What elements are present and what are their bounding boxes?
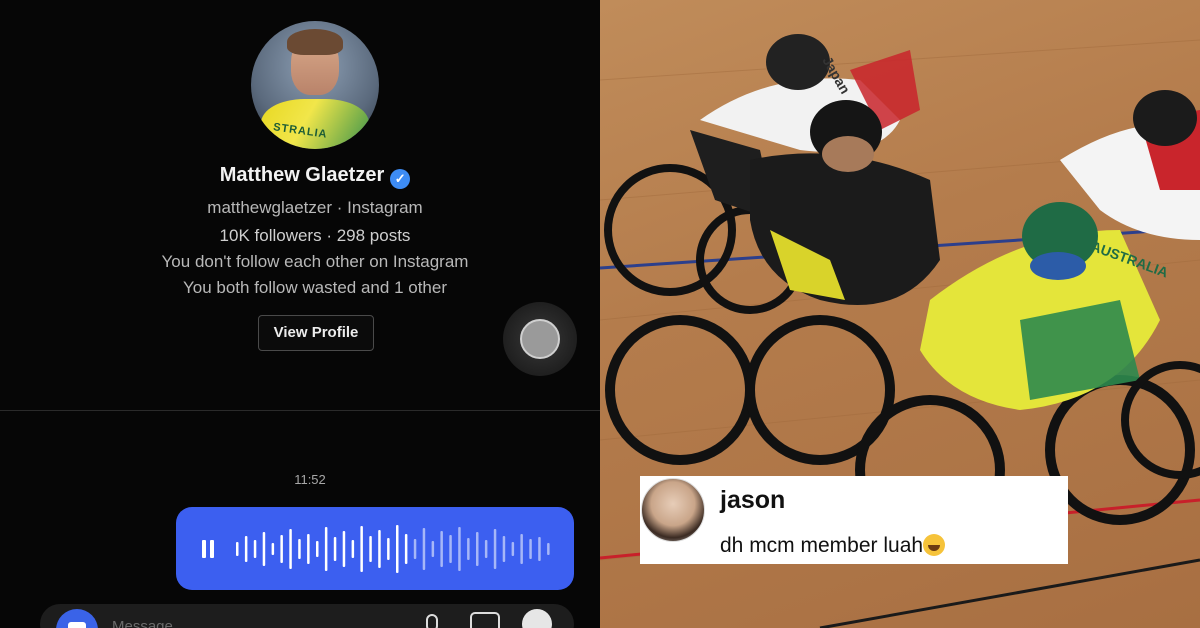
waveform-bar — [422, 528, 426, 570]
waveform-bar — [271, 543, 275, 555]
pause-icon[interactable] — [202, 540, 216, 558]
gallery-icon[interactable] — [470, 612, 500, 628]
comment-text: dh mcm member luah — [720, 534, 946, 558]
message-timestamp: 11:52 — [294, 472, 326, 487]
waveform-bar — [307, 534, 310, 564]
waveform-bar — [449, 535, 452, 563]
waveform-bar — [342, 531, 346, 567]
rider-black — [605, 100, 940, 465]
waveform-bar — [538, 537, 541, 561]
waveform-bar — [244, 536, 248, 562]
waveform-bar — [467, 538, 470, 560]
view-profile-button[interactable]: View Profile — [258, 315, 374, 351]
profile-name: Matthew Glaetzer ✓ — [0, 164, 600, 189]
waveform-bar — [547, 543, 550, 555]
waveform-bar — [529, 539, 532, 559]
profile-avatar[interactable]: STRALIA — [251, 21, 379, 149]
verified-badge-icon: ✓ — [390, 169, 411, 189]
waveform-bar — [351, 540, 355, 558]
waveform-bar — [360, 526, 363, 572]
waveform-bar — [476, 532, 479, 566]
waveform-bar — [324, 527, 328, 571]
waveform-bar — [280, 535, 283, 563]
waveform-bar — [316, 541, 319, 557]
waveform-bar — [502, 536, 506, 562]
avatar-hair — [287, 29, 343, 55]
waveform-bar — [431, 541, 435, 557]
mutual-follows: You both follow wasted and 1 other — [182, 278, 447, 297]
waveform-bar — [396, 525, 399, 573]
waveform[interactable] — [236, 517, 556, 581]
waveform-bar — [511, 542, 515, 556]
waveform-bar — [236, 542, 239, 556]
waveform-bar — [369, 536, 372, 562]
comment-username[interactable]: jason — [720, 486, 785, 515]
profile-name-text: Matthew Glaetzer — [219, 164, 385, 186]
follow-status: You don't follow each other on Instagram — [161, 252, 469, 271]
waveform-bar — [289, 529, 292, 569]
waveform-bar — [484, 540, 488, 558]
waveform-bar — [413, 539, 417, 559]
waveform-bar — [387, 538, 390, 560]
waveform-bar — [262, 532, 266, 566]
waveform-bar — [378, 530, 381, 568]
comment-text-body: dh mcm member luah — [720, 534, 924, 557]
messenger-screenshot: STRALIA Matthew Glaetzer ✓ matthewglaetze… — [0, 0, 600, 628]
waveform-bar — [298, 539, 301, 559]
assistive-touch-icon — [520, 319, 560, 359]
waveform-bar — [440, 531, 443, 567]
waveform-bar — [253, 540, 257, 558]
profile-handle: matthewglaetzer · Instagram — [207, 198, 423, 217]
microphone-icon[interactable] — [426, 614, 438, 628]
divider — [0, 410, 600, 411]
waveform-bar — [493, 529, 497, 569]
waveform-bar — [520, 534, 523, 564]
assistive-touch-button[interactable] — [503, 302, 577, 376]
voice-message-bubble[interactable] — [176, 507, 574, 590]
waveform-bar — [458, 527, 461, 571]
face-with-tears-of-joy-icon — [923, 534, 946, 556]
profile-stats: 10K followers · 298 posts — [219, 226, 411, 245]
message-input[interactable]: Message — [112, 618, 173, 628]
waveform-bar — [404, 534, 408, 564]
comment-avatar[interactable] — [641, 478, 705, 542]
waveform-bar — [333, 537, 337, 561]
